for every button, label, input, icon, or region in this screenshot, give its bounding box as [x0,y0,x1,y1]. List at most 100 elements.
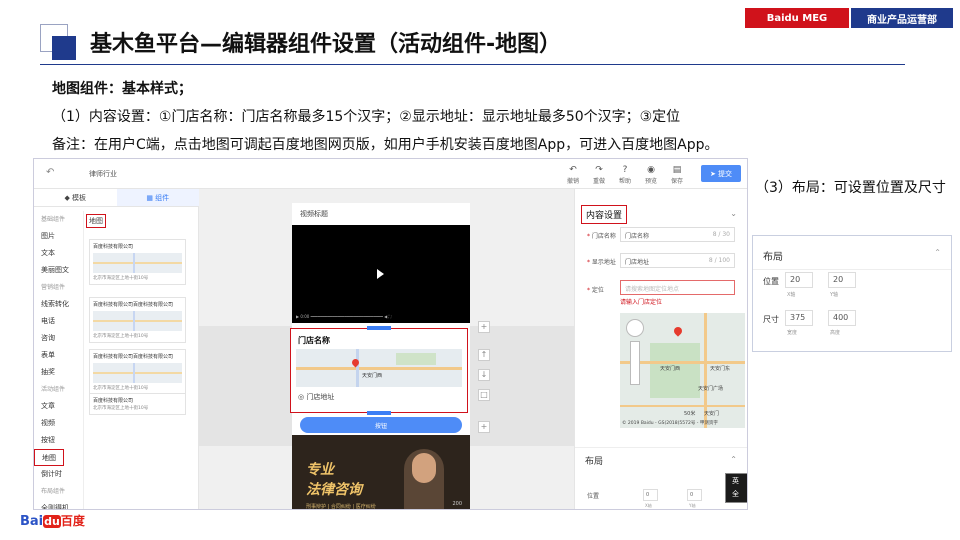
category-item[interactable]: 视频 [34,415,83,432]
submit-button[interactable]: ➤ 提交 [701,165,741,182]
map-zoom-control[interactable] [630,341,640,385]
grid-icon: ▦ [146,193,156,202]
category-item[interactable]: 按钮 [34,432,83,449]
save-button[interactable]: ▤ 保存 [664,164,690,185]
chevron-down-icon[interactable]: ⌄ [730,209,737,218]
category-item[interactable]: 倒计时 [34,466,83,483]
meg-badge: Baidu MEG [745,8,849,28]
category-item[interactable]: 图片 [34,228,83,245]
preview-button[interactable]: ◉ 预览 [638,164,664,185]
map-image[interactable]: 天安门西 [296,349,462,387]
phone-preview: 视频标题 ▶ 0:00 ━━━━━━━━━━━━━━━━━━━━━━━━━━━━… [290,203,470,509]
undo-icon: ↶ [569,165,577,175]
category-group: 基础组件 [41,216,66,223]
add-below-icon[interactable]: + [478,421,490,433]
position-y-input[interactable]: 0 [687,489,702,501]
redo-icon: ↷ [595,165,603,175]
store-name-input[interactable]: 门店名称 8 / 30 [620,227,735,242]
play-icon[interactable] [377,269,384,279]
editor-canvas: 视频标题 ▶ 0:00 ━━━━━━━━━━━━━━━━━━━━━━━━━━━━… [199,189,574,509]
map-thumbnail [93,311,182,331]
slide-title: 基木鱼平台—编辑器组件设置（活动组件-地图） [90,32,562,57]
component-header-map: 地图 [86,214,106,228]
category-item[interactable]: 全则得机 [34,500,83,509]
editor-screenshot: ↶ 律师行业 ↶ 撤销 ↷ 重做 ? 帮助 ◉ 预览 ▤ 保存 ➤ 提交 ◆ 模板 ▦ 组… [33,158,748,510]
category-item-map[interactable]: 地图 [34,449,64,466]
ad-banner[interactable]: 专业 法律咨询 刑事辩护 | 合同纠纷 | 医疗纠纷 200 [292,435,470,509]
layers-icon: ◆ [64,193,73,202]
left-panel: ◆ 模板 ▦ 组件 基础组件 图片 文本 美丽图文 营销组件 线索转化 电话 咨… [34,189,199,509]
intro-line-3: 备注：在用户C端，点击地图可调起百度地图网页版，如用户手机安装百度地图App，可… [52,137,719,153]
layout-section-title: 布局 [585,457,604,467]
help-icon: ? [622,165,628,175]
height-input[interactable]: 400 [828,310,856,326]
video-title: 视频标题 [300,210,328,218]
position-label: 位置 [587,493,600,500]
map-template-card[interactable]: 百度科技有限公司百度科技有限公司 北京市海淀区上地十街10号 [89,297,186,343]
category-group: 活动组件 [41,386,66,393]
layout-title: 布局 [763,252,783,263]
map-thumbnail [93,363,182,383]
page-name-input[interactable]: 律师行业 [89,169,117,179]
map-scale: 50米 [684,411,696,417]
category-item[interactable]: 文章 [34,398,83,415]
category-item[interactable]: 表单 [34,347,83,364]
category-item[interactable]: 电话 [34,313,83,330]
department-badge: 商业产品运营部 [851,8,953,28]
location-label: * 定位 [587,287,604,294]
category-item[interactable]: 抽奖 [34,364,83,381]
map-pin-icon [672,325,684,337]
chevron-up-icon[interactable]: ⌃ [934,248,941,257]
location-search-input[interactable]: 请搜索地图定位地点 [620,280,735,295]
help-button[interactable]: ? 帮助 [612,164,638,185]
back-icon[interactable]: ↶ [46,167,54,178]
map-copyright: © 2019 Baidu - GS(2018)5572号 - 甲测资字 [622,421,718,426]
map-template-card[interactable]: 百度科技有限公司 北京市海淀区上地十街10号 [89,393,186,415]
category-item[interactable]: 文本 [34,245,83,262]
component-list: 地图 百度科技有限公司 北京市海淀区上地十街10号 百度科技有限公司百度科技有限公… [86,211,196,509]
send-icon: ➤ [709,169,719,178]
category-item[interactable]: 线索转化 [34,296,83,313]
button-component[interactable]: 按钮 [300,417,462,433]
move-down-icon[interactable]: ↓ [478,369,490,381]
width-input[interactable]: 375 [785,310,813,326]
position-y-input[interactable]: 20 [828,272,856,288]
video-controls: ▶ 0:00 ━━━━━━━━━━━━━━━━━━━━━━━━━━━━━━ ◀ … [296,314,392,319]
location-error: 请输入门店定位 [620,299,663,306]
category-list: 基础组件 图片 文本 美丽图文 营销组件 线索转化 电话 咨询 表单 抽奖 活动… [34,211,84,509]
intro-line-1: 地图组件：基本样式； [52,81,192,97]
store-name: 门店名称 [298,336,330,345]
store-address: ◎ 门店地址 [298,393,335,401]
category-group: 营销组件 [41,284,66,291]
title-divider [40,64,905,65]
redo-button[interactable]: ↷ 重做 [586,164,612,185]
position-x-input[interactable]: 20 [785,272,813,288]
category-item[interactable]: 美丽图文 [34,262,83,279]
layout-note: （3）布局：可设置位置及尺寸 [755,180,946,196]
address-input[interactable]: 门店地址 8 / 100 [620,253,735,268]
map-thumbnail [93,253,182,273]
video-player[interactable]: ▶ 0:00 ━━━━━━━━━━━━━━━━━━━━━━━━━━━━━━ ◀ … [292,225,470,323]
store-name-label: * 门店名称 [587,233,616,240]
undo-button[interactable]: ↶ 撤销 [560,164,586,185]
add-component-icon[interactable]: + [478,321,490,333]
title-decor-square-filled [52,36,76,60]
save-icon: ▤ [672,165,682,175]
tab-templates[interactable]: ◆ 模板 [34,189,117,206]
move-up-icon[interactable]: ↑ [478,349,490,361]
position-label: 位置 [763,277,779,286]
preview-icon: ◉ [647,165,655,175]
layout-panel-zoom: 布局 ⌃ 位置 20 20 X轴 Y轴 尺寸 375 400 宽度 高度 [752,235,952,352]
map-template-card[interactable]: 百度科技有限公司 北京市海淀区上地十街10号 [89,239,186,285]
map-component-selected[interactable]: 门店名称 天安门西 ◎ 门店地址 [290,326,468,415]
editor-toolbar: ↶ 律师行业 ↶ 撤销 ↷ 重做 ? 帮助 ◉ 预览 ▤ 保存 ➤ 提交 [34,159,747,189]
delete-icon[interactable]: □ [478,389,490,401]
map-pan-control[interactable] [626,319,644,337]
location-map[interactable]: 天安门西 天安门东 天安门广场 天安门 50米 © 2019 Baidu - G… [620,313,745,428]
position-x-input[interactable]: 0 [643,489,658,501]
map-template-card[interactable]: 百度科技有限公司百度科技有限公司 北京市海淀区上地十街10号 [89,349,186,395]
category-item[interactable]: 咨询 [34,330,83,347]
tab-components[interactable]: ▦ 组件 [116,189,199,206]
chevron-down-icon[interactable]: ⌃ [730,455,737,464]
input-method-indicator[interactable]: 英 简 全 👕 ⇓ [725,473,747,503]
